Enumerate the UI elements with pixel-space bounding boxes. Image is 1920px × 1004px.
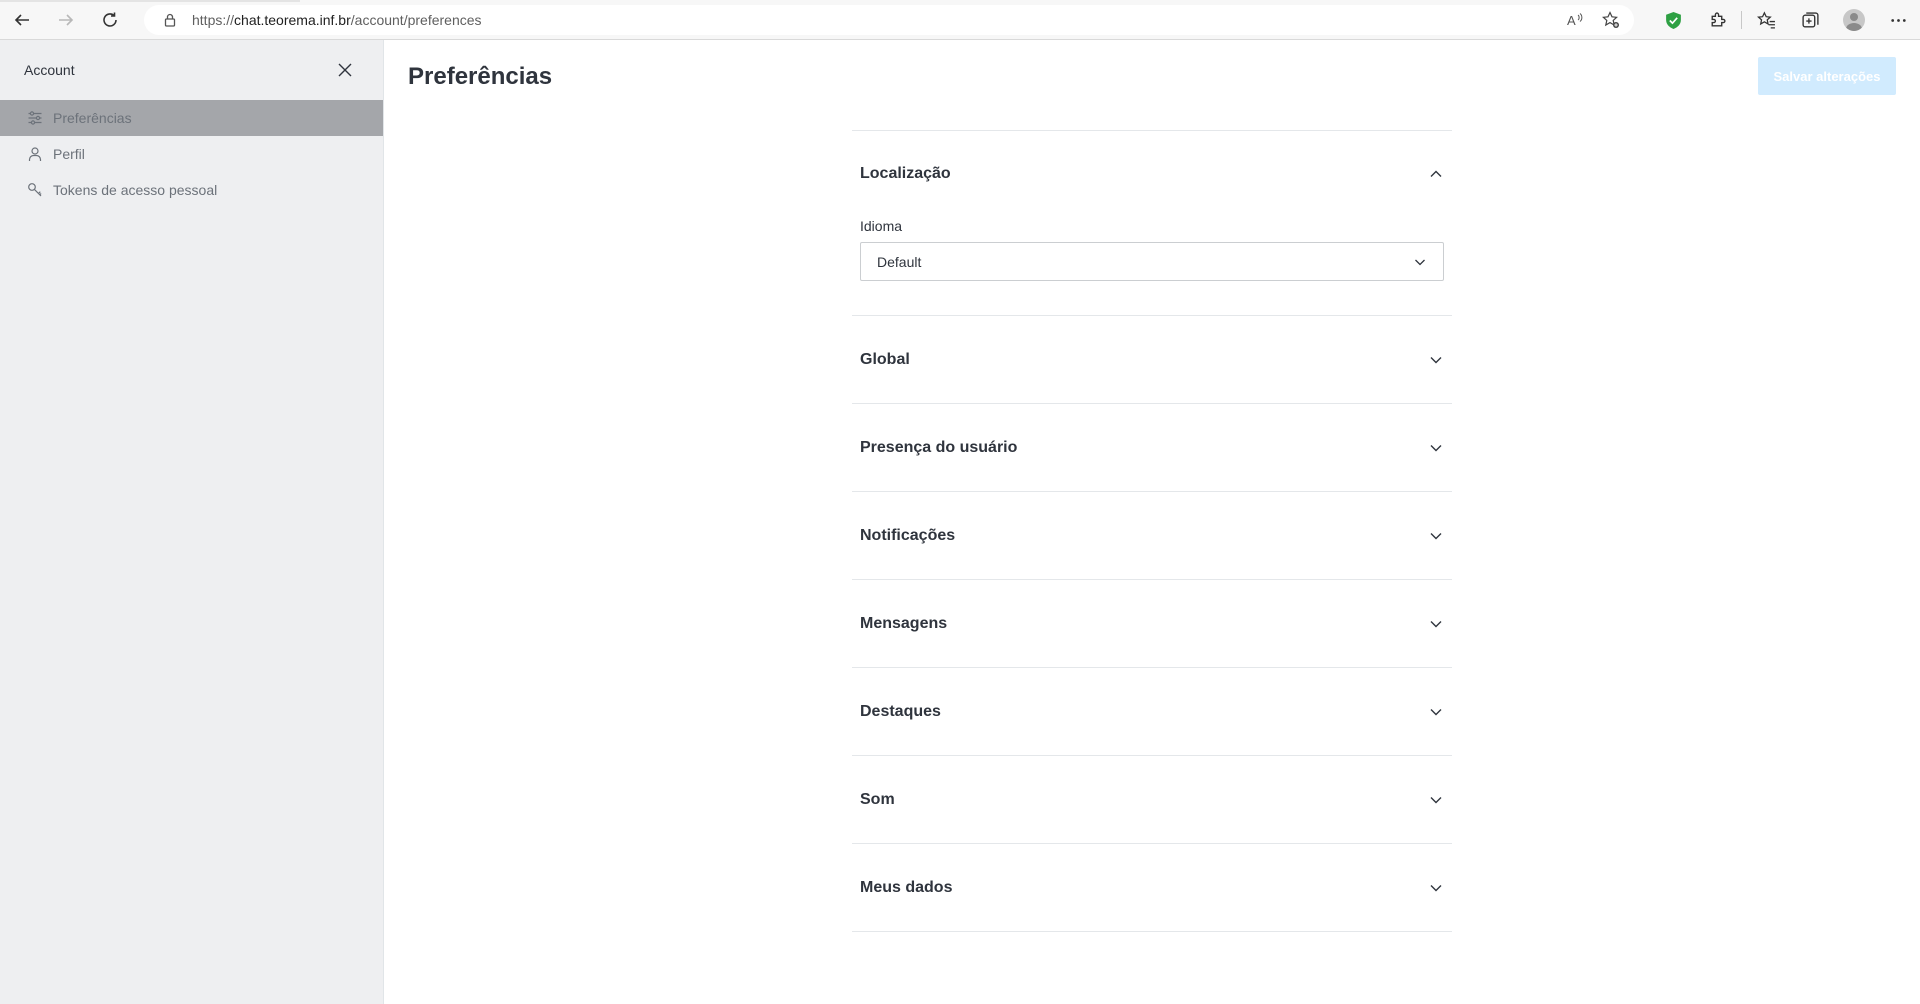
more-button[interactable]: [1876, 0, 1920, 40]
language-selected-value: Default: [877, 253, 922, 270]
profile-icon: [1843, 9, 1865, 31]
section-header-localization[interactable]: Localização: [852, 131, 1452, 217]
section-body-localization: Idioma Default: [852, 218, 1452, 315]
url-prefix: https://: [192, 12, 235, 28]
chevron-down-icon: [1428, 792, 1444, 808]
section-header-notifications[interactable]: Notificações: [852, 492, 1452, 579]
browser-toolbar: https://chat.teorema.inf.br/account/pref…: [0, 0, 1920, 40]
sidebar-item-label: Perfil: [53, 146, 85, 162]
sidebar-item-tokens[interactable]: Tokens de acesso pessoal: [0, 172, 383, 208]
tab-strip-edge: [0, 0, 300, 2]
sidebar-item-preferences[interactable]: Preferências: [0, 100, 383, 136]
favorites-icon: [1756, 10, 1775, 29]
section-localization: Localização Idioma Default: [852, 130, 1452, 315]
section-messages: Mensagens: [852, 579, 1452, 667]
lock-icon: [164, 13, 176, 27]
collections-button[interactable]: [1788, 0, 1832, 40]
url-text: https://chat.teorema.inf.br/account/pref…: [192, 12, 482, 28]
key-icon: [27, 182, 43, 198]
section-sound: Som: [852, 755, 1452, 843]
section-global: Global: [852, 315, 1452, 403]
read-aloud-icon[interactable]: A: [1566, 11, 1584, 29]
sidebar-item-label: Tokens de acesso pessoal: [53, 182, 218, 198]
sidebar-item-profile[interactable]: Perfil: [0, 136, 383, 172]
chevron-down-icon: [1428, 440, 1444, 456]
refresh-button[interactable]: [88, 0, 132, 40]
address-bar-actions: A: [1566, 5, 1620, 35]
section-title: Global: [860, 350, 910, 368]
preferences-accordion: Localização Idioma Default Global Presen…: [852, 130, 1452, 932]
browser-tools: [1651, 0, 1920, 40]
section-header-messages[interactable]: Mensagens: [852, 580, 1452, 667]
chevron-down-icon: [1428, 528, 1444, 544]
section-title: Presença do usuário: [860, 438, 1018, 456]
sidebar-header: Account: [0, 40, 383, 100]
url-host: chat.teorema.inf.br: [234, 12, 351, 28]
section-header-user-presence[interactable]: Presença do usuário: [852, 404, 1452, 491]
sidebar-item-label: Preferências: [53, 110, 132, 126]
language-select[interactable]: Default: [860, 242, 1444, 281]
section-title: Destaques: [860, 702, 941, 720]
chevron-down-icon: [1428, 880, 1444, 896]
section-title: Localização: [860, 165, 951, 182]
sidebar-title: Account: [24, 62, 75, 78]
chevron-down-icon: [1428, 616, 1444, 632]
section-user-presence: Presença do usuário: [852, 403, 1452, 491]
save-changes-button[interactable]: Salvar alterações: [1758, 57, 1896, 95]
section-title: Som: [860, 790, 895, 808]
close-icon: [338, 63, 352, 77]
section-header-global[interactable]: Global: [852, 316, 1452, 403]
section-divider: [852, 931, 1452, 932]
section-my-data: Meus dados: [852, 843, 1452, 931]
shield-extension-button[interactable]: [1651, 0, 1695, 40]
account-sidebar: Account Preferências Perfil Tokens de ac…: [0, 40, 384, 1004]
extensions-button[interactable]: [1695, 0, 1739, 40]
section-notifications: Notificações: [852, 491, 1452, 579]
back-icon: [14, 13, 29, 26]
preferences-page: Preferências Salvar alterações Localizaç…: [385, 40, 1920, 1004]
section-title: Notificações: [860, 526, 956, 544]
refresh-icon: [103, 12, 117, 27]
sliders-icon: [27, 110, 43, 126]
section-header-highlights[interactable]: Destaques: [852, 668, 1452, 755]
add-favorite-icon[interactable]: [1602, 11, 1620, 29]
close-sidebar-button[interactable]: [335, 60, 355, 80]
section-header-sound[interactable]: Som: [852, 756, 1452, 843]
extensions-icon: [1711, 12, 1725, 26]
language-label: Idioma: [860, 218, 903, 234]
section-title: Mensagens: [860, 614, 948, 632]
back-button[interactable]: [0, 0, 44, 40]
more-icon: [1890, 18, 1906, 22]
section-header-my-data[interactable]: Meus dados: [852, 844, 1452, 931]
user-icon: [27, 146, 43, 162]
chevron-down-icon: [1428, 352, 1444, 368]
favorites-button[interactable]: [1744, 0, 1788, 40]
chevron-up-icon: [1428, 166, 1444, 182]
section-title: Meus dados: [860, 878, 953, 896]
forward-icon: [59, 13, 74, 26]
profile-button[interactable]: [1832, 0, 1876, 40]
address-bar[interactable]: https://chat.teorema.inf.br/account/pref…: [144, 5, 1634, 35]
url-path: /account/preferences: [350, 12, 482, 28]
forward-button[interactable]: [44, 0, 88, 40]
page-title: Preferências: [408, 63, 553, 90]
shield-extension-icon: [1665, 11, 1681, 29]
svg-text:A: A: [1567, 13, 1576, 28]
collections-icon: [1801, 11, 1819, 28]
chevron-down-icon: [1415, 259, 1425, 265]
section-highlights: Destaques: [852, 667, 1452, 755]
toolbar-separator: [1741, 11, 1742, 29]
chevron-down-icon: [1428, 704, 1444, 720]
